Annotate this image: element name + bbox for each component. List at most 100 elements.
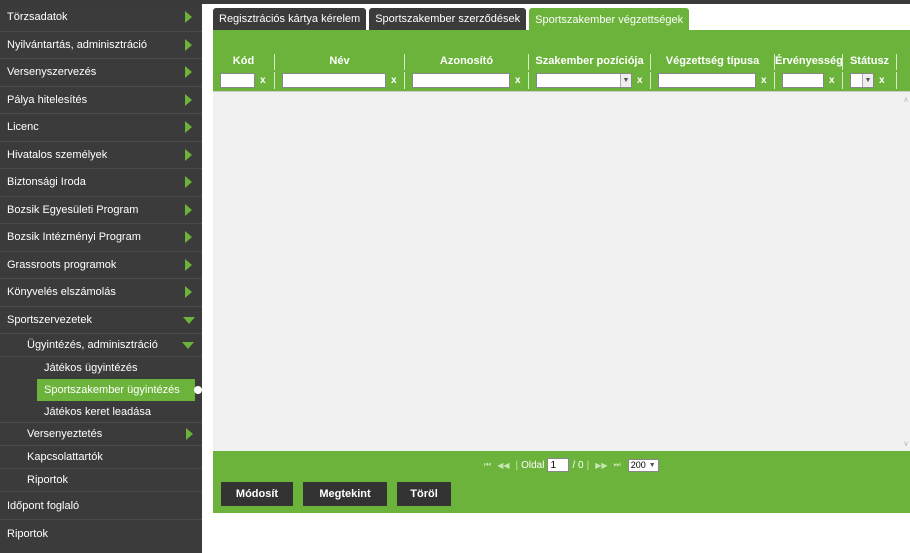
sidebar-item-versenyszervezes[interactable]: Versenyszervezés — [0, 59, 202, 87]
chevron-right-icon — [185, 176, 192, 189]
chevron-right-icon — [185, 148, 192, 161]
delete-button[interactable]: Töröl — [397, 482, 451, 506]
sidebar-subitem-versenyeztetes[interactable]: Versenyeztetés — [0, 423, 202, 446]
scroll-up-icon[interactable]: ∧ — [903, 95, 909, 104]
chevron-right-icon — [186, 428, 193, 440]
chevron-right-icon — [185, 66, 192, 79]
column-header-statusz[interactable]: Státusz — [843, 54, 897, 70]
active-indicator — [194, 386, 202, 394]
chevron-right-icon — [185, 93, 192, 106]
tab-bar: Regisztrációs kártya kérelem Sportszakem… — [213, 8, 692, 32]
sidebar-item-bozsik-egyesuleti[interactable]: Bozsik Egyesületi Program — [0, 197, 202, 224]
sidebar-item-licenc[interactable]: Licenc — [0, 114, 202, 142]
column-header-ervenyesseg[interactable]: Érvényesség — [775, 54, 843, 70]
sidebar-item-label: Grassroots programok — [7, 258, 117, 271]
filter-select-pozicio[interactable]: ▼ — [536, 73, 632, 88]
sidebar-item-palya-hitelesites[interactable]: Pálya hitelesítés — [0, 87, 202, 114]
column-header-kod[interactable]: Kód — [213, 54, 275, 70]
sidebar-item-label: Versenyeztetés — [27, 428, 103, 440]
filter-input-kod[interactable] — [220, 73, 255, 88]
page-size-value: 200 — [630, 460, 646, 470]
clear-filter-icon[interactable]: x — [637, 75, 643, 86]
sidebar-item-label: Versenyszervezés — [7, 66, 97, 79]
filter-cell-vegzettseg: x — [651, 72, 775, 89]
tab-label: Sportszakember végzettségek — [535, 14, 684, 26]
chevron-right-icon — [185, 231, 192, 244]
filter-input-vegzettseg[interactable] — [658, 73, 756, 88]
filter-cell-ervenyesseg: x — [775, 72, 843, 89]
chevron-right-icon — [185, 203, 192, 216]
chevron-right-icon — [185, 121, 192, 134]
sidebar-subitem-sportszakember-ugyintezes[interactable]: Sportszakember ügyintézés — [37, 379, 202, 401]
tab-regisztracios-kartya[interactable]: Regisztrációs kártya kérelem — [213, 8, 367, 30]
prev-page-icon[interactable]: ◀◀ — [497, 461, 509, 470]
sidebar-item-biztonsagi-iroda[interactable]: Biztonsági Iroda — [0, 169, 202, 197]
sidebar-item-grassroots[interactable]: Grassroots programok — [0, 252, 202, 279]
filter-cell-kod: x — [213, 72, 275, 89]
column-header-azonosito[interactable]: Azonosító — [405, 54, 529, 70]
clear-filter-icon[interactable]: x — [515, 75, 521, 86]
sidebar-item-riportok[interactable]: Riportok — [0, 520, 202, 548]
sidebar-item-idopont-foglalo[interactable]: Időpont foglaló — [0, 492, 202, 520]
chevron-down-icon — [183, 316, 195, 324]
sidebar-item-label: Sportszakember ügyintézés — [44, 384, 180, 396]
chevron-right-icon — [185, 11, 192, 24]
sidebar-item-label: Biztonsági Iroda — [7, 176, 86, 189]
sidebar-item-label: Játékos keret leadása — [44, 405, 152, 418]
sidebar-item-konyveles[interactable]: Könyvelés elszámolás — [0, 279, 202, 307]
page-size-select[interactable]: 200 ▼ — [627, 458, 659, 472]
chevron-right-icon — [185, 258, 192, 271]
sidebar-subitem-riportok[interactable]: Riportok — [0, 469, 202, 492]
sidebar-subitem-jatekos-keret[interactable]: Játékos keret leadása — [0, 401, 202, 423]
chevron-down-icon: ▼ — [862, 74, 873, 87]
sidebar-item-label: Hivatalos személyek — [7, 148, 108, 161]
chevron-right-icon — [185, 38, 192, 51]
next-page-icon[interactable]: ▶▶ — [595, 461, 607, 470]
column-header-vegzettseg[interactable]: Végzettség típusa — [651, 54, 775, 70]
clear-filter-icon[interactable]: x — [879, 75, 885, 86]
modify-button[interactable]: Módosít — [221, 482, 293, 506]
clear-filter-icon[interactable]: x — [829, 75, 835, 86]
sidebar-item-label: Sportszervezetek — [7, 313, 92, 326]
main-panel: Regisztrációs kártya kérelem Sportszakem… — [213, 8, 910, 553]
first-page-icon[interactable]: ⏮ — [484, 460, 491, 470]
last-page-icon[interactable]: ⏭ — [614, 460, 621, 470]
filter-input-ervenyesseg[interactable] — [782, 73, 824, 88]
chevron-down-icon: ▼ — [648, 461, 656, 469]
tab-sportszakember-vegzettsegek[interactable]: Sportszakember végzettségek — [529, 8, 690, 32]
tab-label: Regisztrációs kártya kérelem — [219, 13, 361, 25]
sidebar-item-label: Időpont foglaló — [7, 499, 80, 512]
sidebar-item-bozsik-intezmenyi[interactable]: Bozsik Intézményi Program — [0, 224, 202, 252]
sidebar-item-sportszervezetek[interactable]: Sportszervezetek — [0, 307, 202, 334]
filter-input-nev[interactable] — [282, 73, 386, 88]
page-count: / 0 — [572, 459, 584, 471]
sidebar-subitem-kapcsolattartok[interactable]: Kapcsolattartók — [0, 446, 202, 469]
sidebar-item-nyilvantartas[interactable]: Nyilvántartás, adminisztráció — [0, 32, 202, 59]
sidebar-item-label: Ügyintézés, adminisztráció — [27, 339, 158, 351]
column-header-pozicio[interactable]: Szakember pozíciója — [529, 54, 651, 70]
tab-sportszakember-szerzodesek[interactable]: Sportszakember szerződések — [369, 8, 527, 30]
clear-filter-icon[interactable]: x — [391, 75, 397, 86]
sidebar-item-label: Játékos ügyintézés — [44, 362, 138, 374]
sidebar-item-label: Törzsadatok — [7, 11, 68, 24]
sidebar-item-label: Riportok — [27, 474, 68, 486]
sidebar-item-torzsadatok[interactable]: Törzsadatok — [0, 4, 202, 32]
sidebar-subitem-jatekos-ugyintezes[interactable]: Játékos ügyintézés — [0, 357, 202, 379]
sidebar-item-label: Kapcsolattartók — [27, 451, 103, 463]
tab-label: Sportszakember szerződések — [375, 13, 521, 25]
scroll-down-icon[interactable]: ∨ — [903, 439, 909, 448]
clear-filter-icon[interactable]: x — [260, 75, 266, 86]
sidebar-subitem-ugyintezes[interactable]: Ügyintézés, adminisztráció — [0, 334, 202, 357]
view-button[interactable]: Megtekint — [303, 482, 387, 506]
filter-cell-azonosito: x — [405, 72, 529, 89]
filter-select-statusz[interactable]: ▼ — [850, 73, 874, 88]
sidebar-item-hivatalos-szemelyek[interactable]: Hivatalos személyek — [0, 142, 202, 169]
filter-input-azonosito[interactable] — [412, 73, 510, 88]
column-header-nev[interactable]: Név — [275, 54, 405, 70]
clear-filter-icon[interactable]: x — [761, 75, 767, 86]
pager-separator: | — [515, 459, 519, 471]
sidebar: Törzsadatok Nyilvántartás, adminisztráci… — [0, 4, 202, 553]
page-number-input[interactable] — [547, 458, 570, 472]
grid-footer: ⏮ ◀◀ | Oldal / 0 | ▶▶ ⏭ 200▼ Módosít Meg… — [213, 451, 910, 513]
filter-cell-statusz: ▼ x — [843, 72, 897, 89]
